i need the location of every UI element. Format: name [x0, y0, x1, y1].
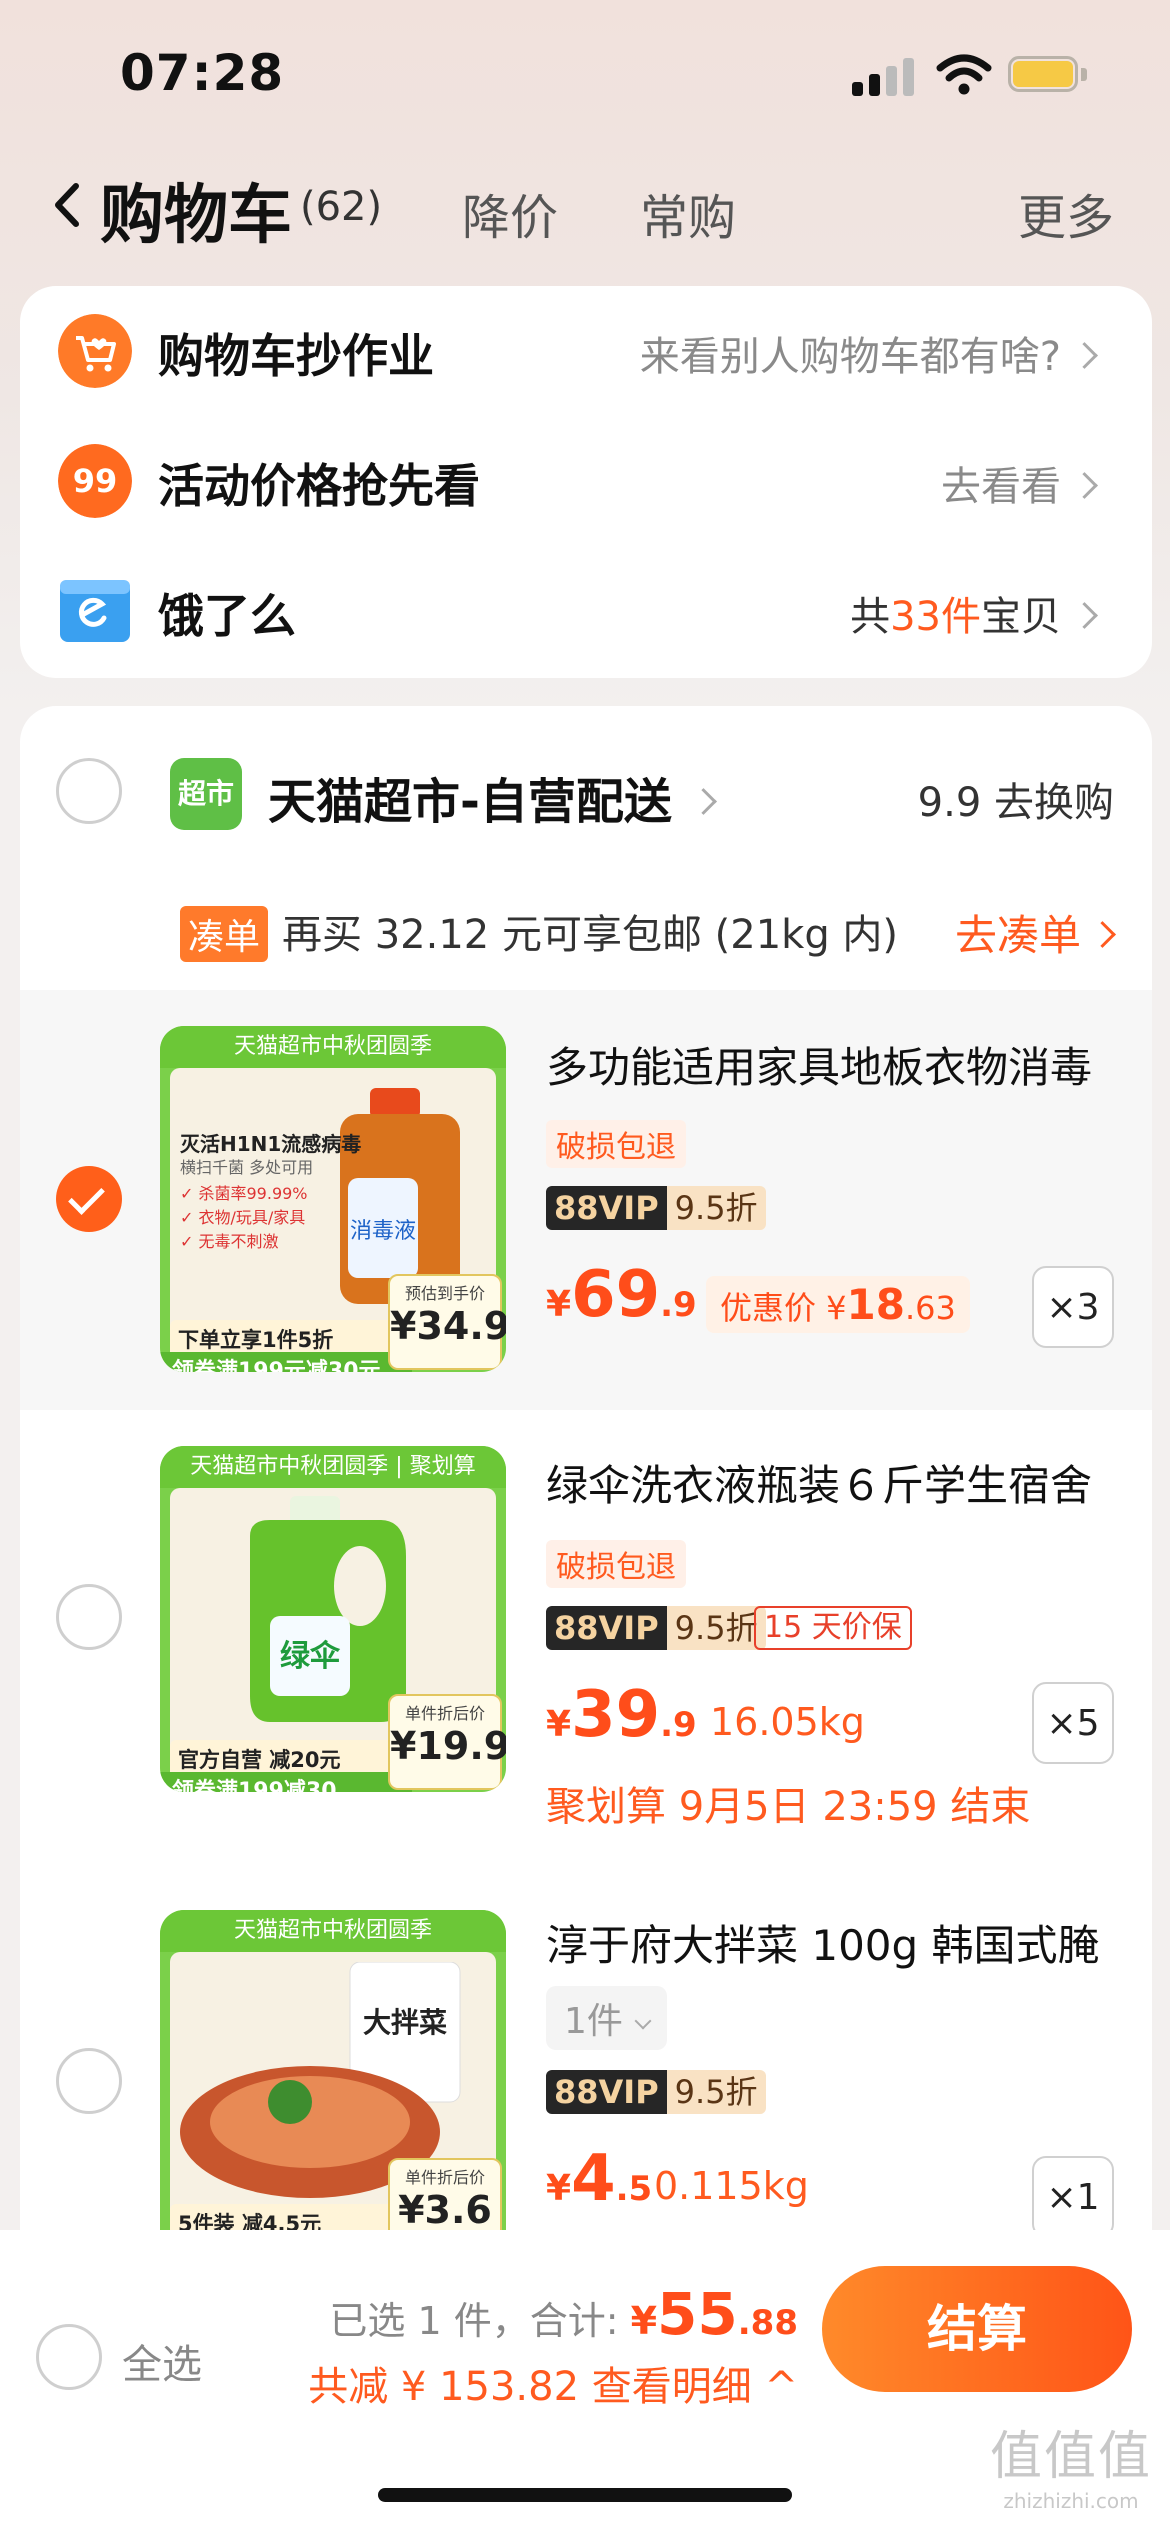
- svg-text:大拌菜: 大拌菜: [363, 2006, 447, 2039]
- free-shipping-hint: 再买 32.12 元可享包邮 (21kg 内): [282, 912, 899, 958]
- coudan-tag: 凑单: [180, 906, 269, 962]
- quantity-button[interactable]: ×5: [1032, 1682, 1114, 1764]
- product-image[interactable]: 天猫超市中秋团圆季 消毒液 灭活H1N1流感病毒 横扫千菌 多处可用 ✓ 杀菌率…: [160, 1026, 506, 1372]
- sku-selector[interactable]: 1件: [546, 1986, 667, 2050]
- damage-return-tag: 破损包退: [546, 1540, 686, 1588]
- product-price: ¥4.5: [546, 2142, 653, 2216]
- vip-discount-badge: 88VIP 9.5折: [546, 2070, 766, 2114]
- product-price: ¥39.9: [546, 1678, 697, 1752]
- back-icon[interactable]: [48, 180, 88, 230]
- promo-label: 饿了么: [158, 589, 296, 643]
- svg-text:绿伞: 绿伞: [280, 1639, 341, 1674]
- product-weight: 0.115kg: [654, 2164, 809, 2208]
- quantity-button[interactable]: ×1: [1032, 2156, 1114, 2230]
- chevron-right-icon: [690, 787, 717, 815]
- coudan-link[interactable]: 去凑单: [955, 902, 1116, 963]
- promo-row-copy-homework[interactable]: 购物车抄作业 来看别人购物车都有啥?: [20, 286, 1132, 416]
- chevron-right-icon: [1089, 921, 1116, 948]
- tmall-supermarket-icon: 超市: [170, 758, 242, 830]
- svg-text:消毒液: 消毒液: [350, 1219, 416, 1244]
- select-all-checkbox[interactable]: [36, 2324, 102, 2390]
- chevron-right-icon: [1071, 471, 1098, 499]
- total-price: ¥55.88: [630, 2280, 798, 2348]
- checkout-bar: 全选 已选 1 件，合计: ¥55.88 共减 ¥ 153.82 查看明细 ^ …: [0, 2230, 1170, 2532]
- cart-item[interactable]: 天猫超市中秋团圆季 | 聚划算 绿伞 官方自营 减20元 领券满199减30 单…: [20, 1410, 1152, 1850]
- promo-row-preview-price[interactable]: 99 活动价格抢先看 去看看: [20, 416, 1132, 546]
- promo-label: 购物车抄作业: [158, 329, 434, 383]
- nav-header: 购物车 (62) 降价 常购 更多: [0, 150, 1170, 260]
- item-select-checkbox[interactable]: [56, 1166, 122, 1232]
- product-title[interactable]: 多功能适用家具地板衣物消毒: [546, 1034, 1092, 1095]
- price-protection-badge: 15 天价保: [754, 1606, 912, 1650]
- exchange-link[interactable]: 9.9 去换购: [918, 770, 1114, 828]
- vip-discount-badge: 88VIP 9.5折: [546, 1606, 766, 1650]
- promo-right-text: 来看别人购物车都有啥?: [640, 324, 1098, 382]
- select-all-label[interactable]: 全选: [122, 2332, 202, 2390]
- promo-row-eleme[interactable]: 饿了么 共33件宝贝: [20, 546, 1132, 676]
- page-title: 购物车: [100, 179, 292, 253]
- promo-right-text: 共33件宝贝: [850, 584, 1098, 642]
- tab-frequent[interactable]: 常购: [640, 178, 736, 248]
- eleme-icon: [60, 580, 130, 642]
- status-time: 07:28: [120, 44, 285, 102]
- damage-return-tag: 破损包退: [546, 1120, 686, 1168]
- item-select-checkbox[interactable]: [56, 1584, 122, 1650]
- item-select-checkbox[interactable]: [56, 2048, 122, 2114]
- juhuasuan-deadline: 聚划算 9月5日 23:59 结束: [546, 1784, 1031, 1830]
- selected-count: 已选 1 件，合计:: [329, 2299, 631, 2343]
- svg-text:99: 99: [73, 462, 118, 500]
- discount-price: 优惠价 ¥18.63: [706, 1276, 970, 1333]
- cart-heart-icon: [58, 314, 132, 388]
- promo-label: 活动价格抢先看: [158, 459, 480, 513]
- order-summary: 已选 1 件，合计: ¥55.88 共减 ¥ 153.82 查看明细 ^: [308, 2280, 798, 2412]
- cellular-signal-icon: [852, 58, 914, 96]
- promo-card: 购物车抄作业 来看别人购物车都有啥? 99 活动价格抢先看 去看看 饿了么 共3…: [20, 286, 1152, 678]
- cart-item[interactable]: 天猫超市中秋团圆季 大拌菜 5件装 减4.5元 单件折后价 ¥3.6 淳于府大拌…: [20, 1874, 1152, 2230]
- detergent-bottle-image: 绿伞: [250, 1496, 406, 1722]
- product-weight: 16.05kg: [710, 1700, 865, 1744]
- view-details-link[interactable]: 共减 ¥ 153.82 查看明细 ^: [308, 2354, 798, 2412]
- chevron-right-icon: [1071, 341, 1098, 369]
- home-indicator[interactable]: [378, 2488, 792, 2502]
- store-select-checkbox[interactable]: [56, 758, 122, 824]
- tab-price-drop[interactable]: 降价: [462, 178, 558, 248]
- product-price: ¥69.9: [546, 1258, 697, 1332]
- chevron-down-icon: [634, 2012, 652, 2030]
- quantity-button[interactable]: ×3: [1032, 1266, 1114, 1348]
- product-image[interactable]: 天猫超市中秋团圆季 大拌菜 5件装 减4.5元 单件折后价 ¥3.6: [160, 1910, 506, 2230]
- vip-discount-badge: 88VIP 9.5折: [546, 1186, 766, 1230]
- wifi-icon: [936, 54, 992, 95]
- product-title[interactable]: 绿伞洗衣液瓶装６斤学生宿舍: [546, 1452, 1092, 1513]
- price-99-icon: 99: [58, 444, 132, 518]
- cart-count: (62): [300, 184, 383, 230]
- battery-icon: [1008, 56, 1088, 94]
- promo-right-text: 去看看: [941, 454, 1098, 512]
- product-title[interactable]: 淳于府大拌菜 100g 韩国式腌: [546, 1912, 1100, 1973]
- product-image[interactable]: 天猫超市中秋团圆季 | 聚划算 绿伞 官方自营 减20元 领券满199减30 单…: [160, 1446, 506, 1792]
- more-button[interactable]: 更多: [1018, 178, 1114, 248]
- cart-item[interactable]: 天猫超市中秋团圆季 消毒液 灭活H1N1流感病毒 横扫千菌 多处可用 ✓ 杀菌率…: [20, 990, 1152, 1410]
- store-name[interactable]: 天猫超市-自营配送: [268, 762, 717, 832]
- checkout-button[interactable]: 结算: [822, 2266, 1132, 2392]
- site-watermark: 值值值 zhizhizhi.com: [989, 2427, 1152, 2513]
- chevron-right-icon: [1071, 601, 1098, 629]
- status-bar: 07:28: [0, 0, 1170, 150]
